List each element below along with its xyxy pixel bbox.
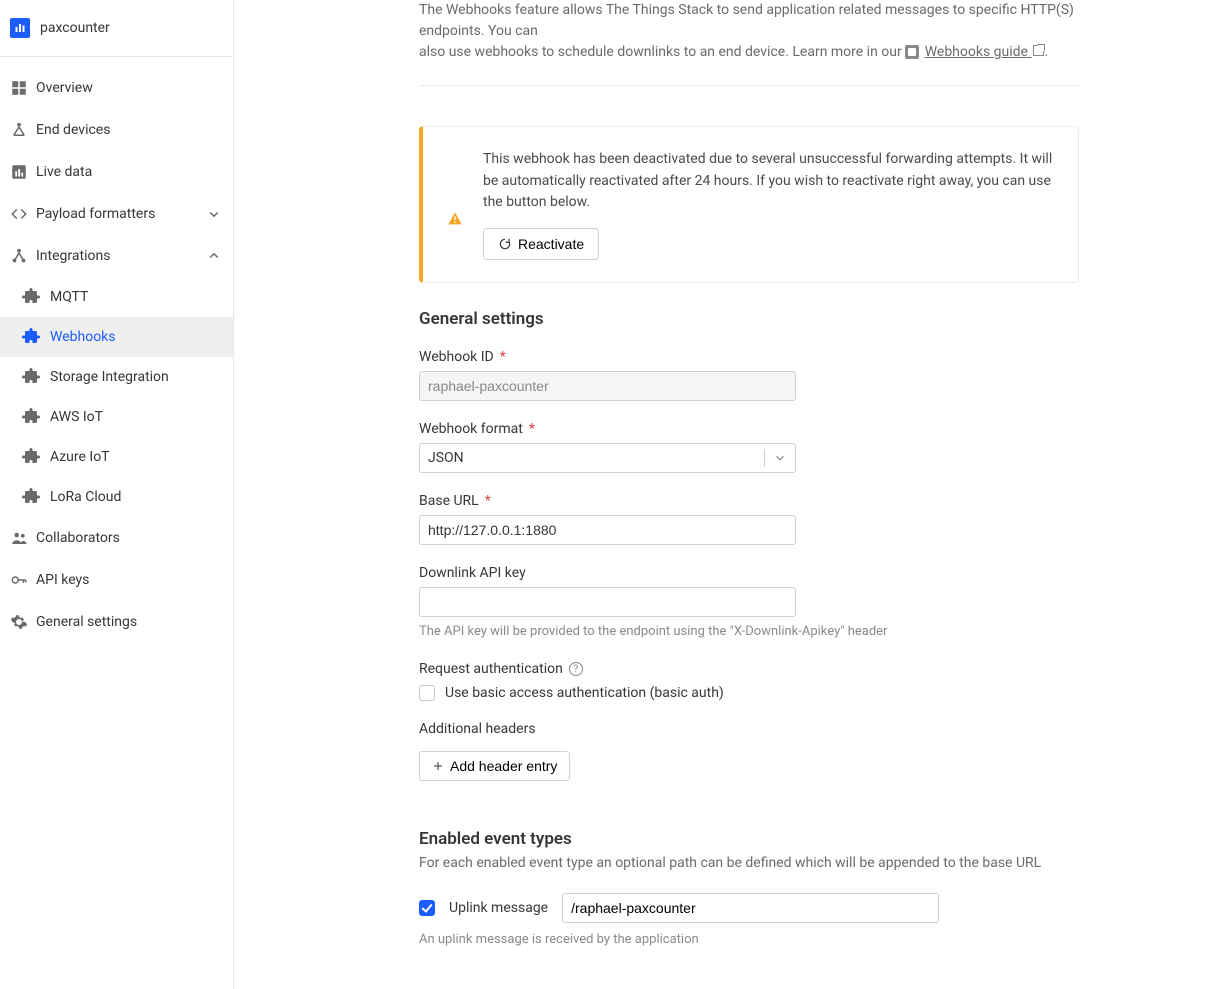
puzzle-icon (22, 448, 40, 466)
sidebar-sub-webhooks[interactable]: Webhooks (0, 317, 233, 357)
basic-auth-checkbox[interactable] (419, 685, 435, 701)
field-downlink-api-key: Downlink API key The API key will be pro… (419, 565, 1079, 641)
puzzle-icon (22, 368, 40, 386)
downlink-api-key-input[interactable] (419, 587, 796, 617)
gear-icon (10, 613, 34, 631)
code-icon (10, 205, 34, 223)
sidebar-item-label: Overview (36, 80, 93, 96)
webhook-id-input (419, 371, 796, 401)
sidebar-sub-azureiot[interactable]: Azure IoT (0, 437, 233, 477)
sidebar-item-overview[interactable]: Overview (0, 67, 233, 109)
plus-icon (432, 760, 444, 772)
sidebar-item-label: LoRa Cloud (50, 489, 121, 505)
sidebar-item-label: API keys (36, 572, 89, 588)
intro-line-1: The Webhooks feature allows The Things S… (419, 2, 1074, 39)
intro-line-2-prefix: also use webhooks to schedule downlinks … (419, 44, 905, 60)
basic-auth-checkbox-label: Use basic access authentication (basic a… (445, 685, 724, 701)
puzzle-icon (22, 288, 40, 306)
sidebar-sub-storage[interactable]: Storage Integration (0, 357, 233, 397)
uplink-hint: An uplink message is received by the app… (419, 931, 1079, 949)
additional-headers-label: Additional headers (419, 721, 536, 737)
webhooks-guide-link[interactable]: Webhooks guide (925, 44, 1045, 60)
sidebar: paxcounter Overview End devices Live dat… (0, 0, 234, 989)
sidebar-item-label: Webhooks (50, 329, 116, 345)
refresh-icon (498, 237, 512, 251)
app-title-row: paxcounter (0, 0, 233, 57)
help-icon[interactable]: ? (569, 662, 583, 676)
sidebar-sub-loracloud[interactable]: LoRa Cloud (0, 477, 233, 517)
intro-text: The Webhooks feature allows The Things S… (419, 0, 1079, 86)
sidebar-item-label: Payload formatters (36, 206, 155, 222)
add-header-button[interactable]: Add header entry (419, 751, 570, 781)
sidebar-item-apikeys[interactable]: API keys (0, 559, 233, 601)
select-value: JSON (428, 450, 464, 466)
chevron-down-icon (205, 205, 223, 223)
dashboard-icon (10, 79, 34, 97)
field-base-url: Base URL * (419, 493, 1079, 545)
nav: Overview End devices Live data Payload f… (0, 57, 233, 643)
webhook-format-label: Webhook format (419, 421, 523, 437)
warning-alert: This webhook has been deactivated due to… (419, 126, 1079, 283)
external-link-icon (1033, 45, 1044, 56)
chevron-up-icon (205, 247, 223, 265)
main-content: The Webhooks feature allows The Things S… (419, 0, 1079, 989)
add-header-label: Add header entry (450, 758, 557, 774)
required-mark: * (485, 493, 491, 509)
downlink-api-key-hint: The API key will be provided to the endp… (419, 623, 1079, 641)
people-icon (10, 529, 34, 547)
field-webhook-id: Webhook ID * (419, 349, 1079, 401)
sidebar-item-label: General settings (36, 614, 137, 630)
enabled-events-description: For each enabled event type an optional … (419, 855, 1079, 871)
sidebar-item-end-devices[interactable]: End devices (0, 109, 233, 151)
field-webhook-format: Webhook format * JSON (419, 421, 1079, 473)
sidebar-item-label: MQTT (50, 289, 88, 305)
sidebar-sub-awsiot[interactable]: AWS IoT (0, 397, 233, 437)
sidebar-item-integrations[interactable]: Integrations (0, 235, 233, 277)
chevron-down-icon (773, 451, 787, 465)
webhook-format-select[interactable]: JSON (419, 443, 796, 473)
puzzle-icon (22, 488, 40, 506)
sidebar-item-collaborators[interactable]: Collaborators (0, 517, 233, 559)
uplink-path-input[interactable] (562, 893, 939, 923)
webhook-id-label: Webhook ID (419, 349, 494, 365)
section-enabled-events: Enabled event types (419, 829, 1079, 849)
reactivate-button[interactable]: Reactivate (483, 228, 599, 260)
app-icon (10, 18, 30, 38)
uplink-checkbox[interactable] (419, 900, 435, 916)
integrations-icon (10, 247, 34, 265)
key-icon (10, 571, 34, 589)
request-auth-label: Request authentication (419, 661, 563, 677)
downlink-api-key-label: Downlink API key (419, 565, 526, 581)
sidebar-sub-mqtt[interactable]: MQTT (0, 277, 233, 317)
sidebar-item-payload-formatters[interactable]: Payload formatters (0, 193, 233, 235)
sidebar-item-label: Live data (36, 164, 92, 180)
required-mark: * (500, 349, 506, 365)
puzzle-icon (22, 328, 40, 346)
sidebar-item-label: Collaborators (36, 530, 120, 546)
sidebar-item-label: Integrations (36, 248, 110, 264)
base-url-input[interactable] (419, 515, 796, 545)
chart-icon (10, 163, 34, 181)
sidebar-item-label: End devices (36, 122, 110, 138)
sidebar-item-label: AWS IoT (50, 409, 103, 425)
required-mark: * (529, 421, 535, 437)
puzzle-icon (22, 408, 40, 426)
section-general-settings: General settings (419, 309, 1079, 329)
sidebar-item-label: Azure IoT (50, 449, 110, 465)
sidebar-item-label: Storage Integration (50, 369, 169, 385)
field-additional-headers: Additional headers Add header entry (419, 721, 1079, 781)
base-url-label: Base URL (419, 493, 479, 509)
devices-icon (10, 121, 34, 139)
app-name: paxcounter (40, 20, 110, 36)
reactivate-label: Reactivate (518, 236, 584, 252)
sidebar-item-generalsettings[interactable]: General settings (0, 601, 233, 643)
uplink-row: Uplink message (419, 893, 1079, 923)
uplink-label: Uplink message (449, 900, 548, 916)
warning-icon (447, 177, 483, 260)
sidebar-item-live-data[interactable]: Live data (0, 151, 233, 193)
link-text: Webhooks guide (925, 44, 1028, 60)
alert-text: This webhook has been deactivated due to… (483, 149, 1054, 214)
field-request-auth: Request authentication ? Use basic acces… (419, 661, 1079, 701)
doc-icon (905, 45, 919, 59)
